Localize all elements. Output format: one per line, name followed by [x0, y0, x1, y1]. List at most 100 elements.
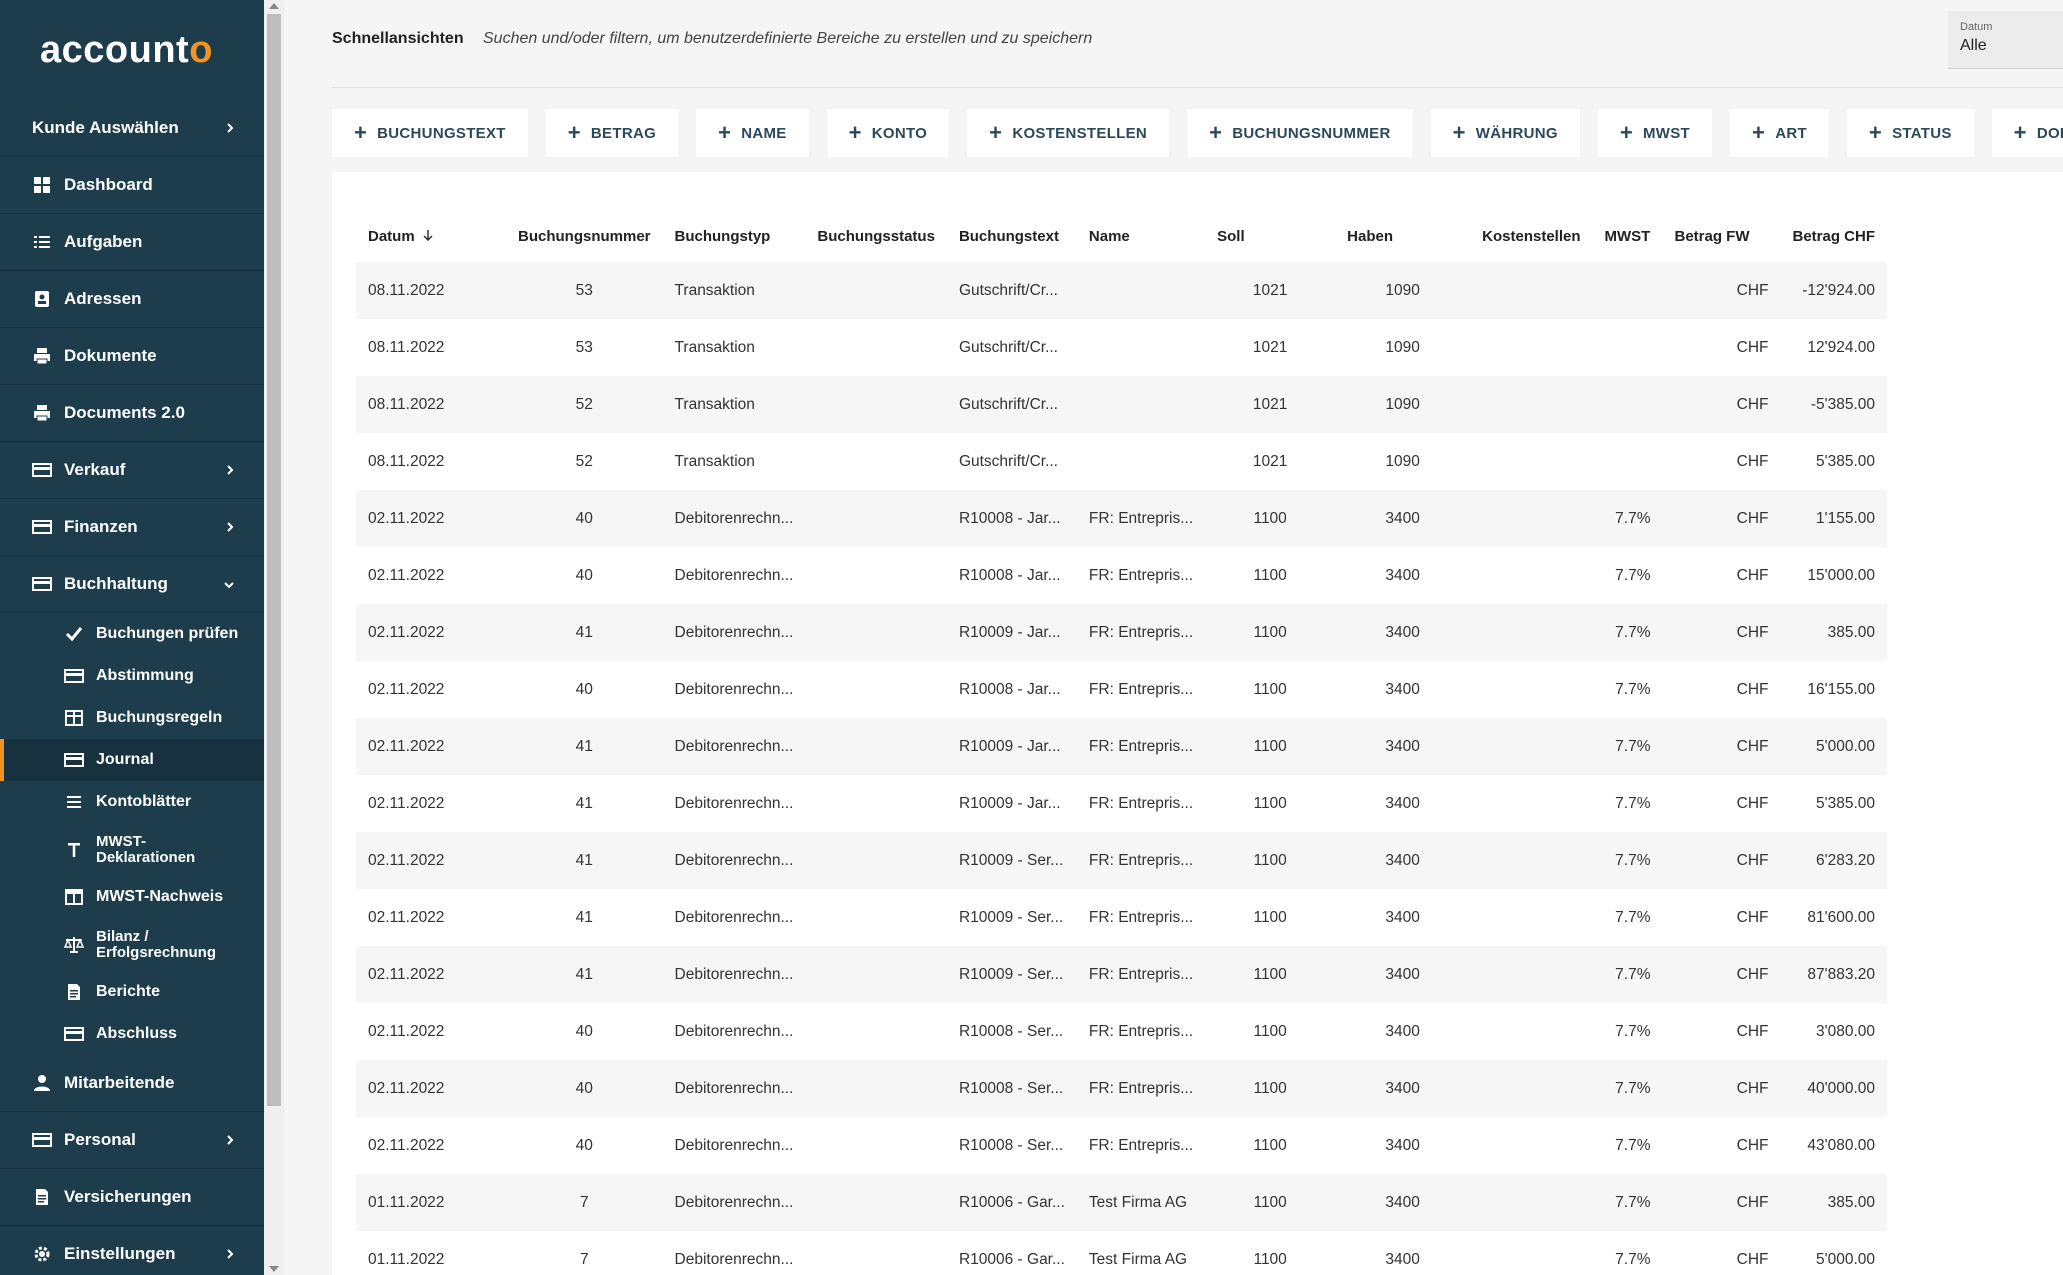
filter-chip-buchungstext[interactable]: + BUCHUNGSTEXT [332, 109, 528, 157]
table-row[interactable]: 01.11.2022 7 Debitorenrechn... R10006 - Gar… [356, 1231, 1887, 1275]
column-header-buchungsstatus[interactable]: Buchungsstatus [805, 210, 947, 262]
plus-icon: + [1619, 120, 1633, 145]
column-header-betrag-fw[interactable]: Betrag FW [1663, 210, 1781, 262]
table-row[interactable]: 01.11.2022 7 Debitorenrechn... R10006 - Gar… [356, 1174, 1888, 1231]
sidebar-subitem-abstimmung[interactable]: Abstimmung [0, 655, 264, 697]
table-row[interactable]: 02.11.2022 40 Debitorenrechn... R10008 - Se… [356, 1003, 1887, 1060]
sidebar-subitem-mwst-nachweis[interactable]: MWST-Nachweis [0, 876, 264, 918]
sidebar-item-dashboard[interactable]: Dashboard [0, 157, 264, 214]
cell-haben: 3400 [1335, 946, 1471, 1003]
filter-chip-waehrung[interactable]: + WÄHRUNG [1430, 109, 1580, 157]
card-icon [32, 1130, 52, 1150]
filter-chip-mwst[interactable]: + MWST [1597, 109, 1713, 157]
sidebar-subitem-buchungsregeln[interactable]: Buchungsregeln [0, 697, 264, 739]
cell-betrag-fw: CHF [1662, 1060, 1781, 1117]
sidebar-item-buchhaltung[interactable]: Buchhaltung [0, 556, 264, 613]
sidebar-subitem-bilanz-erfolgsrechnung[interactable]: Bilanz / Erfolgsrechnung [0, 918, 264, 971]
cell-soll: 1100 [1253, 1136, 1287, 1154]
filter-chip-dokum[interactable]: + DOKUM [1991, 109, 2063, 157]
filter-chip-konto[interactable]: + KONTO [826, 109, 950, 157]
sidebar-subitem-abschluss[interactable]: Abschluss [0, 1013, 264, 1055]
filter-chip-buchungsnummer[interactable]: + BUCHUNGSNUMMER [1187, 109, 1413, 157]
sidebar-item-dokumente[interactable]: Dokumente [0, 328, 264, 385]
sidebar-item-aufgaben[interactable]: Aufgaben [0, 214, 264, 271]
table-row[interactable]: 02.11.2022 40 Debitorenrechn... R10008 - Se… [356, 1117, 1887, 1174]
plus-icon: + [848, 120, 862, 145]
arrow-down-icon[interactable] [423, 228, 433, 245]
table-row[interactable]: 02.11.2022 40 Debitorenrechn... R10008 - Ja… [356, 490, 1888, 547]
filter-chip-kostenstellen[interactable]: + KOSTENSTELLEN [967, 109, 1170, 157]
table-row[interactable]: 02.11.2022 40 Debitorenrechn... R10008 - Se… [356, 1060, 1888, 1117]
sidebar-item-adressen[interactable]: Adressen [0, 271, 264, 328]
column-header-betrag-chf[interactable]: Betrag CHF [1781, 210, 1888, 262]
table-row[interactable]: 02.11.2022 41 Debitorenrechn... R10009 - Se… [356, 832, 1888, 889]
table-row[interactable]: 08.11.2022 52 Transaktion Gutschrift/Cr... 1… [356, 433, 1887, 490]
sidebar-subitem-mwst-deklarationen[interactable]: MWST- Deklarationen [0, 823, 264, 876]
column-header-kostenstellen[interactable]: Kostenstellen [1470, 210, 1592, 262]
filter-chip-name[interactable]: + NAME [696, 109, 809, 157]
cell-kostenstellen [1470, 490, 1593, 547]
chevron-right-icon[interactable] [226, 519, 234, 535]
sidebar-subitem-label: Buchungsregeln [96, 709, 223, 726]
table-row[interactable]: 02.11.2022 41 Debitorenrechn... R10009 - Ja… [356, 718, 1888, 775]
sidebar-scrollbar[interactable] [264, 0, 284, 1275]
sidebar-subitem-journal[interactable]: Journal [0, 739, 264, 781]
table-row[interactable]: 08.11.2022 53 Transaktion Gutschrift/Cr... 1… [356, 319, 1887, 376]
table-row[interactable]: 02.11.2022 41 Debitorenrechn... R10009 - Se… [356, 889, 1887, 946]
chevron-right-icon[interactable] [226, 120, 234, 136]
table-row[interactable]: 02.11.2022 40 Debitorenrechn... R10008 - Ja… [356, 547, 1887, 604]
column-header-haben[interactable]: Haben [1335, 210, 1470, 262]
table-row[interactable]: 02.11.2022 41 Debitorenrechn... R10009 - Ja… [356, 775, 1887, 832]
column-header-mwst[interactable]: MWST [1593, 210, 1663, 262]
sidebar-subnav-buchhaltung: Buchungen prüfen Abstimmung Buchungsregeln… [0, 613, 264, 1055]
sidebar-item-verkauf[interactable]: Verkauf [0, 442, 264, 499]
plus-icon: + [354, 120, 368, 145]
table-icon [64, 708, 84, 728]
sidebar-item-finanzen[interactable]: Finanzen [0, 499, 264, 556]
table-row[interactable]: 02.11.2022 41 Debitorenrechn... R10009 - Ja… [356, 604, 1888, 661]
sidebar-item-documents-2-0[interactable]: Documents 2.0 [0, 385, 264, 442]
chevron-right-icon[interactable] [226, 1132, 234, 1148]
sidebar-item-mitarbeitende[interactable]: Mitarbeitende [0, 1055, 264, 1112]
chevron-right-icon[interactable] [226, 1246, 234, 1262]
filter-chip-art[interactable]: + ART [1730, 109, 1829, 157]
scroll-up-arrow-icon[interactable] [269, 3, 279, 9]
cell-soll: 1100 [1253, 1022, 1287, 1040]
column-header-buchungstyp[interactable]: Buchungstyp [663, 210, 806, 262]
sidebar-item-personal[interactable]: Personal [0, 1112, 264, 1169]
cell-betrag-chf: 16'155.00 [1807, 680, 1876, 698]
table-row[interactable]: 08.11.2022 53 Transaktion Gutschrift/Cr... 1… [356, 262, 1888, 319]
cell-buchungstext: R10009 - Ser... [958, 908, 1064, 926]
table-row[interactable]: 02.11.2022 40 Debitorenrechn... R10008 - Ja… [356, 661, 1887, 718]
cell-name: FR: Entrepris... [1076, 946, 1206, 1003]
column-header-name[interactable]: Name [1077, 210, 1205, 262]
scroll-down-arrow-icon[interactable] [269, 1266, 279, 1272]
sidebar-item-versicherungen[interactable]: Versicherungen [0, 1169, 264, 1226]
column-header-datum[interactable]: Datum [356, 210, 506, 262]
cell-kostenstellen [1470, 889, 1592, 946]
cell-datum: 01.11.2022 [368, 1250, 445, 1268]
column-header-buchungstext[interactable]: Buchungstext [947, 210, 1077, 262]
filter-chip-status[interactable]: + STATUS [1846, 109, 1974, 157]
sidebar-subitem-berichte[interactable]: Berichte [0, 971, 264, 1013]
plus-icon: + [989, 120, 1003, 145]
column-header-buchungsnummer[interactable]: Buchungsnummer [506, 210, 663, 262]
cell-mwst [1592, 262, 1663, 319]
column-header-soll[interactable]: Soll [1205, 210, 1335, 262]
sidebar-item-kunde-auswaehlen[interactable]: Kunde Auswählen [0, 100, 264, 157]
sidebar-subitem-kontoblaetter[interactable]: Kontoblätter [0, 781, 264, 823]
sidebar-subitem-buchungen-pruefen[interactable]: Buchungen prüfen [0, 613, 264, 655]
cell-buchungstext: R10009 - Jar... [946, 718, 1077, 775]
cell-betrag-fw: CHF [1736, 794, 1769, 812]
column-header-label: Soll [1217, 227, 1245, 245]
logo[interactable]: account o [0, 0, 264, 100]
cell-buchungsnummer: 41 [506, 832, 663, 889]
table-row[interactable]: 08.11.2022 52 Transaktion Gutschrift/Cr... 1… [356, 376, 1888, 433]
chevron-down-icon[interactable] [224, 576, 234, 592]
filter-chip-betrag[interactable]: + BETRAG [545, 109, 679, 157]
scrollbar-thumb[interactable] [267, 14, 281, 1106]
date-filter-select[interactable]: Datum Alle [1948, 11, 2063, 69]
chevron-right-icon[interactable] [226, 462, 234, 478]
table-row[interactable]: 02.11.2022 41 Debitorenrechn... R10009 - Se… [356, 946, 1888, 1003]
sidebar-item-einstellungen[interactable]: Einstellungen [0, 1226, 264, 1275]
